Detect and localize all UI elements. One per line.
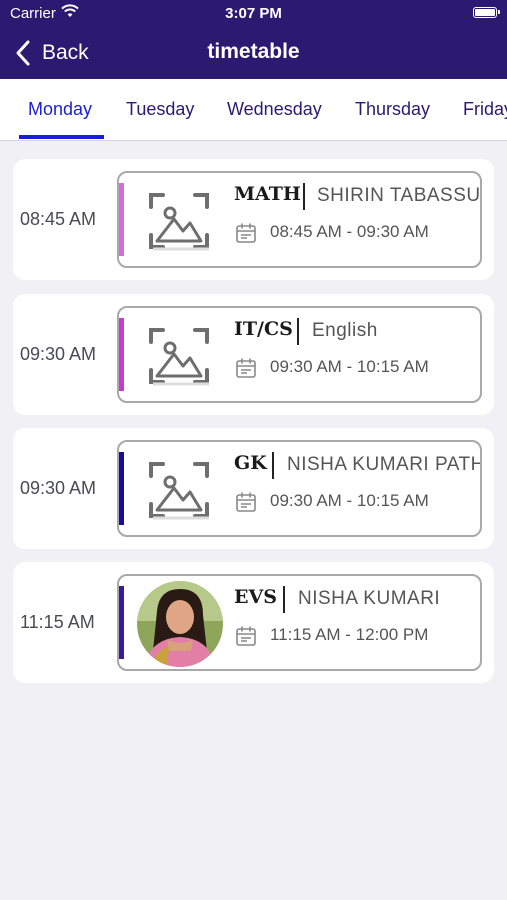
accent-bar	[119, 318, 124, 391]
battery-icon	[473, 7, 500, 18]
image-placeholder-icon	[149, 462, 209, 520]
separator	[283, 586, 285, 613]
teacher-name: NISHA KUMARI	[298, 588, 441, 609]
time-range: 09:30 AM - 10:15 AM	[270, 357, 429, 376]
calendar-icon	[236, 223, 256, 243]
subject-name: IT/CS	[234, 318, 293, 340]
subject-name: GK	[234, 452, 267, 474]
accent-bar	[119, 183, 124, 256]
separator	[297, 318, 299, 345]
active-tab-indicator	[19, 135, 104, 139]
page-title: timetable	[207, 40, 300, 63]
calendar-icon	[236, 492, 256, 512]
accent-bar	[119, 586, 124, 659]
separator	[272, 452, 274, 479]
period-card[interactable]: GK NISHA KUMARI PATHAK 09:30 AM - 10:15 …	[117, 440, 482, 537]
tab-friday[interactable]: Friday	[463, 99, 507, 120]
header: Carrier 3:07 PM Back timetable	[0, 0, 507, 79]
period-card[interactable]: MATH SHIRIN TABASSUM 08:45 AM - 09:30 AM	[117, 171, 482, 268]
period-row: 09:30 AM GK NISHA KUMARI PATHAK 09:30 AM…	[13, 428, 494, 549]
time-range: 09:30 AM - 10:15 AM	[270, 491, 429, 510]
day-tabs: Monday Tuesday Wednesday Thursday Friday	[0, 79, 507, 141]
period-row: 11:15 AM EVS NISHA KUMARI 11:15 AM - 12:…	[13, 562, 494, 683]
image-placeholder-icon	[149, 328, 209, 386]
tab-tuesday[interactable]: Tuesday	[126, 99, 194, 120]
period-row: 08:45 AM MATH SHIRIN TABASSUM 08:45 AM -…	[13, 159, 494, 280]
status-bar: Carrier 3:07 PM	[0, 0, 507, 28]
period-time: 09:30 AM	[20, 344, 97, 364]
calendar-icon	[236, 626, 256, 646]
period-time: 09:30 AM	[20, 478, 97, 498]
period-time: 11:15 AM	[20, 612, 95, 632]
teacher-name: SHIRIN TABASSUM	[317, 185, 482, 206]
subject-name: MATH	[234, 183, 301, 205]
teacher-name: English	[312, 320, 378, 341]
tab-monday[interactable]: Monday	[28, 99, 92, 120]
teacher-name: NISHA KUMARI PATHAK	[287, 454, 480, 475]
image-placeholder-icon	[149, 193, 209, 251]
subject-name: EVS	[234, 586, 277, 608]
accent-bar	[119, 452, 124, 525]
time-range: 08:45 AM - 09:30 AM	[270, 222, 429, 241]
calendar-icon	[236, 358, 256, 378]
tab-wednesday[interactable]: Wednesday	[227, 99, 322, 120]
teacher-photo	[137, 581, 223, 667]
time-range: 11:15 AM - 12:00 PM	[270, 625, 429, 644]
period-row: 09:30 AM IT/CS English 09:30 AM - 10:15 …	[13, 294, 494, 415]
clock: 3:07 PM	[225, 5, 282, 22]
tab-thursday[interactable]: Thursday	[355, 99, 430, 120]
period-card[interactable]: EVS NISHA KUMARI 11:15 AM - 12:00 PM	[117, 574, 482, 671]
period-time: 08:45 AM	[20, 209, 97, 229]
separator	[303, 183, 305, 210]
period-card[interactable]: IT/CS English 09:30 AM - 10:15 AM	[117, 306, 482, 403]
nav-bar: Back timetable	[0, 28, 507, 79]
